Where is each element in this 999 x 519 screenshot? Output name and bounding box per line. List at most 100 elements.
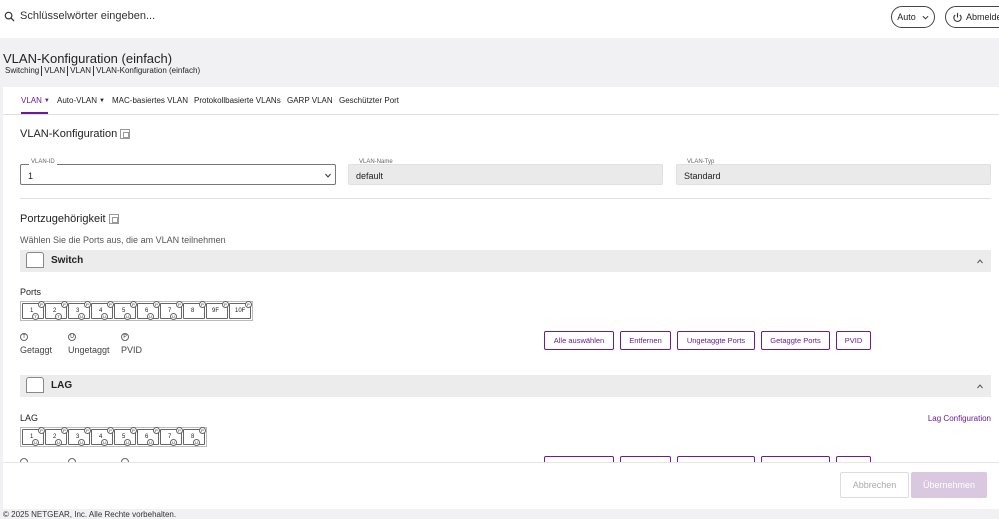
tab-label: MAC-basiertes VLAN [112,96,189,105]
untagged-badge-icon: U [147,439,154,446]
copyright: © 2025 NETGEAR, Inc. Alle Rechte vorbeha… [3,510,177,519]
untagged-badge-icon: U [124,439,131,446]
pvid-badge-icon: P [176,427,183,434]
port-4[interactable]: 4PU [91,427,114,446]
legend-label: Ungetaggt [68,345,110,355]
port-9f[interactable]: 9F P [206,301,229,319]
untagged-icon: U [68,333,76,341]
port-1[interactable]: 1PT [22,301,45,320]
breadcrumb-item: VLAN-Konfiguration (einfach) [96,66,201,75]
cancel-button[interactable]: Abbrechen [840,472,909,498]
port-number: 10F [235,308,246,314]
tab-label: Protokollbasierte VLANs [194,96,281,105]
group-title: Switch [51,255,84,266]
pvid-badge-icon: P [84,301,91,308]
tagged-ports-button[interactable]: Getaggte Ports [761,331,830,350]
untagged-badge-icon: U [32,439,39,446]
port-5[interactable]: 5PU [114,427,137,446]
port-7[interactable]: 7PU [160,427,183,446]
untagged-badge-icon: U [78,439,85,446]
pvid-badge-icon: P [84,427,91,434]
vlan-id-value: 1 [28,171,34,181]
group-title: LAG [51,380,73,391]
port-3[interactable]: 3PU [68,301,91,320]
tab-protocol-vlans[interactable]: Protokollbasierte VLANs [194,96,281,105]
port-6[interactable]: 6PU [137,427,160,446]
breadcrumb-item[interactable]: VLAN [68,66,93,76]
help-icon[interactable] [120,129,131,139]
tab-auto-vlan[interactable]: Auto-VLAN ▼ [57,96,105,105]
active-tab-indicator [21,112,48,114]
tagged-icon: T [20,333,28,341]
port-legend: T Getaggt U Ungetaggt P PVID [20,333,152,355]
main-card: VLAN ▼ Auto-VLAN ▼ MAC-basiertes VLAN Prot… [3,87,999,462]
legend-pvid: P PVID [121,333,142,355]
pvid-badge-icon: P [245,301,252,308]
port-2[interactable]: 2PU [45,427,68,446]
untagged-badge-icon: U [101,313,108,320]
untagged-badge-icon: U [193,439,200,446]
auto-mode-label: Auto [897,12,916,22]
pvid-button[interactable]: PVID [836,331,871,350]
logout-button[interactable]: Abmelden [945,6,999,28]
vlan-config-title: VLAN-Konfiguration [20,128,131,140]
vlan-type-label: VLAN-Typ [687,159,715,165]
port-5[interactable]: 5PU [114,301,137,320]
pvid-badge-icon: P [38,301,45,308]
auto-mode-dropdown[interactable]: Auto [891,6,935,28]
port-7[interactable]: 7PU [160,301,183,320]
search-input[interactable]: Schlüsselwörter eingeben... [20,10,155,22]
vlan-id-label: VLAN-ID [29,159,57,165]
help-icon[interactable] [108,214,119,224]
port-number: 8 [191,308,195,314]
select-all-button[interactable]: Alle auswählen [544,331,614,350]
port-4[interactable]: 4PU [91,301,114,320]
breadcrumb: Switching VLAN VLAN VLAN-Konfiguration (… [3,66,202,76]
port-10f[interactable]: 10F P [229,301,252,319]
lag-configuration-link[interactable]: Lag Configuration [928,414,991,423]
breadcrumb-item[interactable]: VLAN [42,66,67,76]
port-2[interactable]: 2PT [45,301,68,320]
pvid-badge-icon: P [130,301,137,308]
vlan-id-select[interactable]: VLAN-ID 1 [20,159,336,185]
chevron-up-icon [977,259,983,264]
tab-vlan[interactable]: VLAN ▼ [21,96,50,105]
legend-untagged: U Ungetaggt [68,333,111,355]
untagged-badge-icon: U [55,439,62,446]
port-8[interactable]: 8PU [183,427,206,446]
untagged-ports-button[interactable]: Ungetaggte Ports [677,331,755,350]
tab-protected-port[interactable]: Geschützter Port [339,96,399,105]
power-icon [953,12,962,22]
breadcrumb-item[interactable]: Switching [3,66,41,76]
vlan-name-value: default [356,171,384,181]
untagged-badge-icon: U [101,439,108,446]
pvid-badge-icon: P [176,301,183,308]
tab-garp-vlan[interactable]: GARP VLAN [287,96,333,105]
pvid-badge-icon: P [199,427,206,434]
switch-group-header[interactable]: Switch [20,250,991,272]
action-bar: Abbrechen Übernehmen [3,462,999,509]
pvid-badge-icon: P [130,427,137,434]
port-8[interactable]: 8P [183,301,206,319]
pvid-badge-icon: P [61,301,68,308]
port-3[interactable]: 3PU [68,427,91,446]
section-title-text: Portzugehörigkeit [20,213,106,225]
lag-group-header[interactable]: LAG [20,375,991,397]
remove-button[interactable]: Entfernen [620,331,671,350]
apply-button[interactable]: Übernehmen [911,472,987,498]
vlan-name-label: VLAN-Name [359,159,393,165]
pvid-badge-icon: P [107,301,114,308]
tab-bar: VLAN ▼ Auto-VLAN ▼ MAC-basiertes VLAN Prot… [3,87,999,115]
tab-mac-vlan[interactable]: MAC-basiertes VLAN [112,96,188,105]
port-1[interactable]: 1PU [22,427,45,446]
vlan-name-field: VLAN-Name default [348,159,663,185]
page-title: VLAN-Konfiguration (einfach) [3,51,173,66]
logout-label: Abmelden [966,12,999,22]
chevron-down-icon [325,173,331,178]
caret-down-icon: ▼ [99,97,105,104]
lag-label: LAG [20,413,39,423]
port-6[interactable]: 6PU [137,301,160,320]
tagged-badge-icon: T [55,313,62,320]
pvid-badge-icon: P [61,427,68,434]
switch-device-icon [26,252,44,268]
